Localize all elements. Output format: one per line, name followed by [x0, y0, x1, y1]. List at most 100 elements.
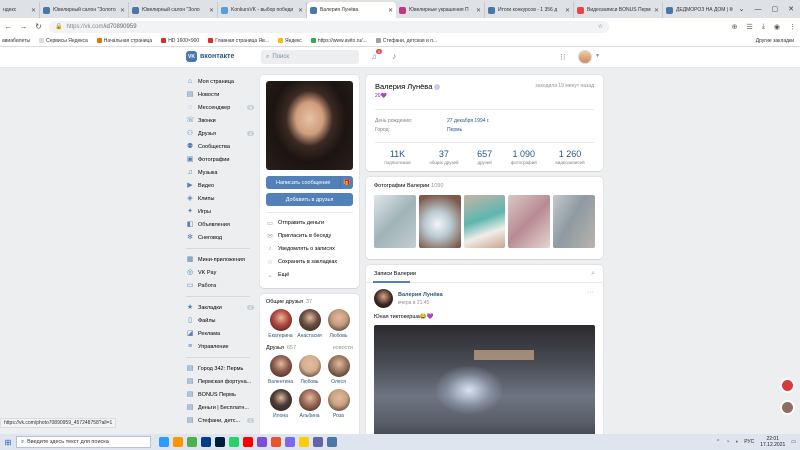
download-icon[interactable]: ⤓ [762, 23, 765, 31]
profile-icon[interactable]: ◉ [774, 23, 780, 31]
friend-item[interactable]: Олеся [324, 355, 353, 385]
profile-stat[interactable]: 37 общих друзей [429, 149, 458, 165]
sidebar-item[interactable]: ✦ Игры [186, 205, 256, 218]
post-video[interactable] [374, 325, 595, 450]
friends-header[interactable]: Друзья 657 новости [266, 345, 353, 351]
sidebar-item[interactable]: ▤ Новости [186, 88, 256, 101]
bookmark-item[interactable]: авиабилеты [2, 38, 30, 44]
sidebar-item[interactable]: ▯ Файлы [186, 314, 256, 327]
tab-close-icon[interactable]: ✕ [476, 7, 481, 14]
taskbar-app-icon[interactable] [327, 437, 337, 447]
emoji-status-icon[interactable] [434, 84, 441, 91]
bookmark-item[interactable]: Начальная страница [96, 38, 152, 44]
city-value[interactable]: Пермь [447, 127, 462, 133]
friend-item[interactable]: Екатерина [266, 309, 295, 339]
sidebar-item[interactable]: ◪ Реклама [186, 327, 256, 340]
sidebar-item[interactable]: ⚇ Друзья 1 [186, 127, 256, 140]
sidebar-item[interactable]: ⌂ Моя страница [186, 75, 256, 88]
bookmark-star-icon[interactable]: ☆ [598, 23, 603, 30]
profile-photo[interactable] [266, 81, 353, 170]
clock[interactable]: 22:01 17.12.2021 [760, 436, 785, 448]
post-author-avatar[interactable] [374, 289, 393, 308]
tab-posts[interactable]: Записи Валерии [374, 271, 416, 277]
taskbar-app-icon[interactable] [215, 437, 225, 447]
friend-item[interactable]: Анастасия [295, 309, 324, 339]
browser-menu-icon[interactable]: ⋮ [789, 23, 796, 31]
sidebar-item[interactable]: ⚉ Сообщества [186, 140, 256, 153]
sidebar-item[interactable]: ≡ Управление [186, 340, 256, 353]
sidebar-item[interactable]: ◧ Объявления [186, 218, 256, 231]
birthday-value[interactable]: 27 декабря 1994 г. [447, 118, 490, 124]
taskbar-app-icon[interactable] [159, 437, 169, 447]
profile-stat[interactable]: 657 друзей [477, 149, 492, 165]
browser-tab[interactable]: Видеозаписи BONUS Пермь К ✕ [574, 2, 663, 18]
sidebar-item[interactable]: ▤ BONUS Пермь [186, 388, 256, 401]
sidebar-item[interactable]: ✻ Снеговод [186, 231, 256, 244]
tab-close-icon[interactable]: ✕ [298, 7, 303, 14]
taskbar-app-icon[interactable] [285, 437, 295, 447]
tab-close-icon[interactable]: ✕ [209, 7, 214, 14]
profile-action[interactable]: ✉ Пригласить в беседу [266, 229, 353, 242]
floating-promo-icon[interactable] [780, 378, 795, 393]
sidebar-item[interactable]: ▤ Стефани, детс... 1 [186, 414, 256, 427]
tab-close-icon[interactable]: ✕ [31, 7, 36, 14]
profile-action[interactable]: ☆ Сохранить в закладках [266, 255, 353, 268]
bookmark-item[interactable]: https://www.avito.ru/... [310, 38, 367, 44]
sidebar-item[interactable]: ▣ Фотографии [186, 153, 256, 166]
post-menu-icon[interactable]: ··· [587, 289, 594, 296]
gift-icon[interactable]: 🎁 [340, 176, 353, 189]
write-message-button[interactable]: Написать сообщение 🎁 [266, 176, 353, 189]
post-author[interactable]: Валерия Лунёва [398, 292, 443, 298]
forward-icon[interactable]: → [19, 22, 28, 31]
chevron-down-icon[interactable]: ▼ [595, 53, 600, 59]
sidebar-item[interactable]: ▭ Работа [186, 279, 256, 292]
bookmark-item[interactable]: Стефани, детская и п... [375, 38, 437, 44]
friends-updates-link[interactable]: новости [333, 345, 353, 351]
sidebar-item[interactable]: ▤ Город 342: Пермь [186, 362, 256, 375]
tab-close-icon[interactable]: ✕ [120, 7, 125, 14]
profile-action[interactable]: ⌄ Ещё [266, 268, 353, 281]
friend-item[interactable]: Валентина [266, 355, 295, 385]
taskbar-app-icon[interactable] [313, 437, 323, 447]
friend-item[interactable]: Роза [324, 389, 353, 419]
sidebar-item[interactable]: ◎ VK Pay [186, 266, 256, 279]
bookmark-item[interactable]: Сервисы Яндекса [39, 38, 88, 44]
sidebar-item[interactable]: ☏ Звонки [186, 114, 256, 127]
language-indicator[interactable]: РУС [744, 439, 754, 445]
add-friend-button[interactable]: Добавить в друзья [266, 193, 353, 206]
profile-stat[interactable]: 1 260 видеозаписей [555, 149, 584, 165]
sidebar-item[interactable]: ★ Закладки 1 [186, 301, 256, 314]
notifications-center-icon[interactable]: ▭ [791, 439, 796, 445]
services-grid-icon[interactable]: ⁝⁝ [560, 52, 566, 63]
profile-stat[interactable]: 1 090 фотографий [511, 149, 537, 165]
vk-search-input[interactable]: ⌕ Поиск [261, 50, 359, 64]
taskbar-app-icon[interactable] [257, 437, 267, 447]
tab-search-icon[interactable]: ⌄ [739, 5, 745, 13]
photo-thumb-3[interactable] [463, 195, 506, 248]
browser-tab[interactable]: Итоги конкурсов - 1 356 д ✕ [485, 2, 574, 18]
tab-close-icon[interactable]: ✕ [388, 7, 393, 14]
photo-thumb-5[interactable] [553, 195, 595, 248]
music-player-icon[interactable]: ♪ [392, 51, 397, 61]
extension-icon[interactable]: ⊕ [732, 23, 738, 31]
maximize-icon[interactable]: ▢ [772, 5, 779, 13]
reading-list-icon[interactable]: ☰ [747, 23, 753, 31]
photo-thumb-4[interactable] [508, 195, 551, 248]
bookmark-item[interactable]: Главная страница Яв... [208, 38, 269, 44]
bookmark-item[interactable]: HD 1600×900 [161, 38, 199, 44]
other-bookmarks[interactable]: Другие закладки [756, 38, 798, 44]
post-time[interactable]: вчера в 21:45 [398, 300, 443, 306]
taskbar-app-icon[interactable] [271, 437, 281, 447]
sidebar-item[interactable]: ▦ Мини-приложения [186, 253, 256, 266]
friend-item[interactable]: Любовь [324, 309, 353, 339]
notifications-bell-icon[interactable]: ♫ 5 [371, 49, 383, 61]
browser-tab[interactable]: Валерия Лунёва ✕ [307, 2, 396, 18]
back-icon[interactable]: ← [4, 22, 13, 31]
sidebar-item[interactable]: ♫ Музыка [186, 166, 256, 179]
friend-item[interactable]: Альбина [295, 389, 324, 419]
tray-chevron-icon[interactable]: ⌃ [716, 439, 720, 445]
minimize-icon[interactable]: — [755, 6, 762, 13]
network-icon[interactable]: ◔ [726, 439, 729, 445]
photos-header[interactable]: Фотографии Валерии 1090 [374, 183, 595, 189]
sidebar-item[interactable]: ▤ Деньги | Бесплатн... [186, 401, 256, 414]
